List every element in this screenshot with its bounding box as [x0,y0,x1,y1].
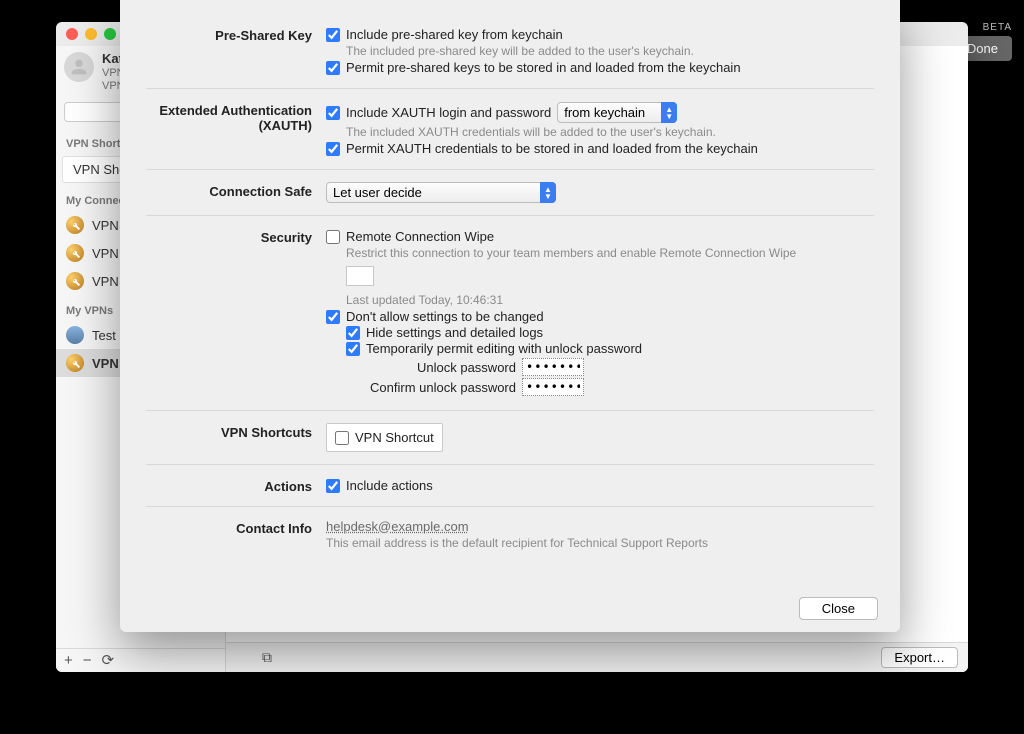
security-wipe-note: Restrict this connection to your team me… [346,246,874,260]
shortcuts-title: VPN Shortcuts [146,423,326,440]
xauth-permit-checkbox[interactable] [326,142,340,156]
psk-include-label: Include pre-shared key from keychain [346,27,563,42]
divider [146,215,874,216]
window-close-icon[interactable] [66,28,78,40]
shortcut-item-checkbox[interactable] [335,431,349,445]
bottom-toolbar: ⧉ Export… [226,642,968,672]
sidebar-footer: + − ⟳ [56,648,225,672]
security-hide-checkbox[interactable] [346,326,360,340]
xauth-include-checkbox[interactable] [326,106,340,120]
divider [146,464,874,465]
psk-permit-label: Permit pre-shared keys to be stored in a… [346,60,741,75]
xauth-source-select[interactable]: from keychain ▲▼ [557,102,677,123]
security-wipe-checkbox[interactable] [326,230,340,244]
shortcut-list[interactable]: VPN Shortcut [326,423,443,452]
actions-include-checkbox[interactable] [326,479,340,493]
xauth-permit-label: Permit XAUTH credentials to be stored in… [346,141,758,156]
confirm-pw-field[interactable] [522,378,584,396]
psk-include-note: The included pre-shared key will be adde… [346,44,874,58]
settings-sheet: Pre-Shared Key Include pre-shared key fr… [120,0,900,632]
unlock-pw-field[interactable] [522,358,584,376]
chevron-updown-icon: ▲▼ [540,182,556,203]
divider [146,506,874,507]
security-hide-label: Hide settings and detailed logs [366,325,543,340]
contact-email[interactable]: helpdesk@example.com [326,519,469,534]
wrench-icon [66,354,84,372]
window-minimize-icon[interactable] [85,28,97,40]
close-button[interactable]: Close [799,597,878,620]
security-team-box[interactable] [346,266,374,286]
security-tempedit-label: Temporarily permit editing with unlock p… [366,341,642,356]
shortcut-item-label: VPN Shortcut [355,430,434,445]
chevron-updown-icon: ▲▼ [661,102,677,123]
divider [146,88,874,89]
connsafe-title: Connection Safe [146,182,326,199]
wrench-icon [66,216,84,234]
security-wipe-label: Remote Connection Wipe [346,229,494,244]
xauth-include-label: Include XAUTH login and password [346,105,551,120]
security-tempedit-checkbox[interactable] [346,342,360,356]
sheet-icon[interactable]: ⧉ [262,649,272,666]
confirm-pw-label: Confirm unlock password [366,380,516,395]
add-icon[interactable]: + [64,653,73,668]
security-lock-checkbox[interactable] [326,310,340,324]
xauth-title: Extended Authentication (XAUTH) [146,101,326,133]
psk-permit-checkbox[interactable] [326,61,340,75]
divider [146,169,874,170]
actions-include-label: Include actions [346,478,433,493]
beta-badge: BETA [983,22,1012,33]
remove-icon[interactable]: − [83,653,92,668]
security-title: Security [146,228,326,245]
security-updated: Last updated Today, 10:46:31 [346,293,874,307]
wrench-icon [66,272,84,290]
unlock-pw-label: Unlock password [366,360,516,375]
photo-icon [66,326,84,344]
contact-note: This email address is the default recipi… [326,536,874,550]
psk-title: Pre-Shared Key [146,26,326,43]
psk-include-checkbox[interactable] [326,28,340,42]
actions-title: Actions [146,477,326,494]
wrench-icon [66,244,84,262]
window-zoom-icon[interactable] [104,28,116,40]
xauth-include-note: The included XAUTH credentials will be a… [346,125,874,139]
connsafe-select[interactable]: Let user decide ▲▼ [326,182,556,203]
avatar-icon [64,52,94,82]
export-button[interactable]: Export… [881,647,958,668]
contact-title: Contact Info [146,519,326,536]
security-lock-label: Don't allow settings to be changed [346,309,544,324]
refresh-icon[interactable]: ⟳ [102,653,115,668]
divider [146,410,874,411]
